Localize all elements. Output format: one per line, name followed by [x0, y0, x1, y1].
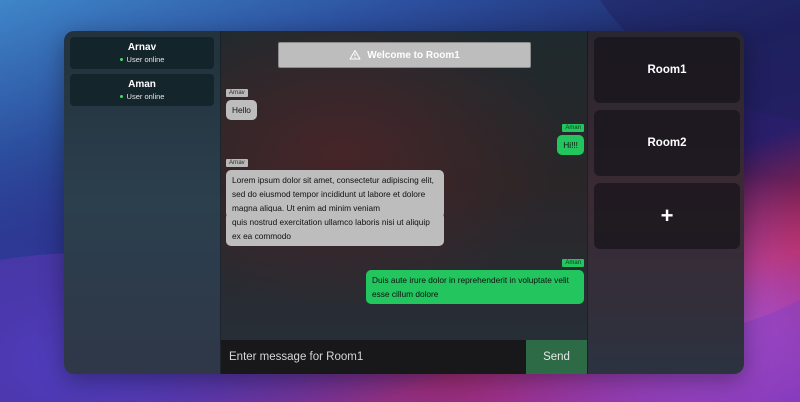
welcome-text: Welcome to Room1 [367, 49, 460, 61]
message: Arnav Hello [226, 81, 257, 120]
send-button[interactable]: Send [526, 340, 587, 374]
message-sender: Aman [562, 124, 584, 132]
message-sender: Aman [562, 259, 584, 267]
user-status-text: User online [126, 91, 165, 101]
online-indicator-icon [119, 94, 123, 98]
user-name: Aman [128, 78, 156, 90]
user-status: User online [119, 91, 165, 102]
room-card-room1[interactable]: Room1 [594, 37, 740, 103]
message-bubble: quis nostrud exercitation ullamco labori… [226, 212, 444, 246]
user-name: Arnav [127, 41, 157, 53]
rooms-panel: Room1 Room2 + [587, 31, 744, 374]
message: Aman Duis aute irure dolor in reprehende… [366, 251, 584, 304]
warning-icon [349, 50, 361, 60]
user-card-arnav[interactable]: Arnav User online [70, 37, 214, 69]
user-status-text: User online [126, 54, 165, 64]
welcome-banner: Welcome to Room1 [278, 42, 531, 68]
message-bubble: Hello [226, 100, 257, 120]
users-panel: Arnav User online Aman User online [64, 31, 221, 374]
message-composer: Send [221, 340, 587, 374]
message-input[interactable] [221, 340, 526, 374]
user-status: User online [119, 54, 165, 65]
room-card-room2[interactable]: Room2 [594, 110, 740, 176]
message: quis nostrud exercitation ullamco labori… [226, 212, 444, 246]
message: Arnav Lorem ipsum dolor sit amet, consec… [226, 151, 444, 218]
message-sender: Arnav [226, 89, 248, 97]
message-sender: Arnav [226, 159, 248, 167]
chat-panel: Welcome to Room1 Arnav Hello Aman Hi!!! … [221, 31, 587, 374]
message: Aman Hi!!! [557, 116, 584, 155]
message-bubble: Lorem ipsum dolor sit amet, consectetur … [226, 170, 444, 218]
chat-app-window: Arnav User online Aman User online Welco… [64, 31, 744, 374]
online-indicator-icon [119, 57, 123, 61]
add-room-button[interactable]: + [594, 183, 740, 249]
message-bubble: Hi!!! [557, 135, 584, 155]
message-bubble: Duis aute irure dolor in reprehenderit i… [366, 270, 584, 304]
user-card-aman[interactable]: Aman User online [70, 74, 214, 106]
